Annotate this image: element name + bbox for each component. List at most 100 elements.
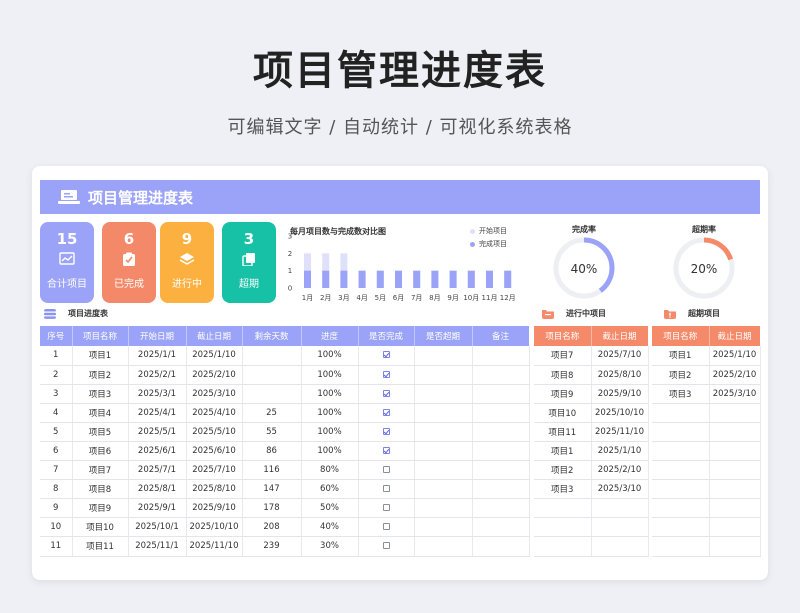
cell-remain: 55 — [242, 422, 302, 442]
table-row: 项目7 2025/7/10 — [534, 346, 649, 366]
cell-overdue — [414, 460, 473, 481]
bar-chart: 3 2 1 0 1月 2月 3月 4月 5月 6月 7月 8月 9月 10月 11月 12月 — [288, 233, 516, 303]
cell-end — [591, 517, 649, 538]
cell-name — [652, 422, 710, 442]
unchecked-checkbox[interactable] — [382, 466, 390, 474]
table-row — [534, 517, 649, 538]
bar-done — [376, 270, 384, 288]
unchecked-checkbox[interactable] — [382, 485, 390, 493]
kpi-label: 合计项目 — [47, 279, 87, 290]
cell-name: 项目5 — [72, 422, 129, 442]
cell-end: 2025/9/10 — [186, 498, 243, 519]
checked-checkbox[interactable] — [382, 447, 390, 455]
folder-icon — [542, 309, 554, 319]
unchecked-checkbox[interactable] — [382, 504, 390, 512]
cell-progress: 80% — [301, 460, 359, 481]
x-tick-label: 8月 — [429, 294, 440, 302]
bar-done — [395, 270, 402, 288]
cell-overdue — [414, 479, 473, 500]
table-row: 8 项目8 2025/8/1 2025/8/10 147 60% — [40, 479, 530, 500]
checked-checkbox[interactable] — [382, 427, 390, 435]
cell-note — [472, 460, 530, 481]
cell-remain — [242, 346, 302, 366]
column-header: 项目名称 — [652, 326, 710, 346]
kpi-value: 6 — [123, 230, 135, 248]
cell-end — [709, 479, 761, 500]
cell-note — [472, 536, 530, 557]
cell-start: 2025/4/1 — [128, 403, 187, 423]
laptop-icon — [58, 190, 80, 204]
overdue-title: 超期项目 — [688, 309, 720, 318]
table-row: 项目2 2025/2/10 — [652, 365, 761, 385]
table-row: 11 项目11 2025/11/1 2025/11/10 239 30% — [40, 536, 530, 557]
cell-name — [652, 536, 710, 557]
cell-overdue — [414, 346, 473, 366]
column-header: 是否超期 — [414, 326, 473, 346]
cell-overdue — [414, 365, 473, 385]
cell-start: 2025/10/1 — [128, 517, 187, 538]
checked-checkbox[interactable] — [382, 408, 390, 416]
cell-name: 项目6 — [72, 441, 129, 462]
progress-table: 序号 项目名称 开始日期 截止日期 剩余天数 进度 是否完成 是否超期 备注 1 项目1 2025/… — [40, 326, 530, 557]
cell-end — [709, 403, 761, 423]
cell-remain: 25 — [242, 403, 302, 423]
cell-name: 项目8 — [534, 365, 592, 385]
cell-end: 2025/2/10 — [186, 365, 243, 385]
cell-name: 项目2 — [534, 460, 592, 481]
cell-end: 2025/8/10 — [591, 365, 649, 385]
checked-checkbox[interactable] — [382, 389, 390, 397]
table-row — [652, 517, 761, 538]
column-header: 截止日期 — [709, 326, 761, 346]
list-icon — [44, 308, 56, 319]
unchecked-checkbox[interactable] — [382, 523, 390, 531]
cell-note — [472, 517, 530, 538]
cell-no: 4 — [40, 403, 73, 423]
cell-remain — [242, 384, 302, 404]
unchecked-checkbox[interactable] — [382, 542, 390, 550]
cell-remain: 239 — [242, 536, 302, 557]
checked-checkbox[interactable] — [382, 351, 390, 359]
page-title: 项目管理进度表 — [253, 48, 547, 94]
table-row: 项目8 2025/8/10 — [534, 365, 649, 385]
cell-progress: 100% — [301, 403, 359, 423]
cell-name — [652, 403, 710, 423]
x-tick-label: 4月 — [356, 294, 367, 302]
table-row — [652, 422, 761, 442]
cell-start: 2025/1/1 — [128, 346, 187, 366]
checked-checkbox[interactable] — [382, 370, 390, 378]
cell-no: 10 — [40, 517, 73, 538]
cell-no: 8 — [40, 479, 73, 500]
table-row: 项目9 2025/9/10 — [534, 384, 649, 404]
cell-done — [358, 346, 415, 366]
progress-table-label: 项目进度表 — [44, 308, 108, 319]
cell-end: 2025/9/10 — [591, 384, 649, 404]
column-header: 剩余天数 — [242, 326, 302, 346]
cell-start: 2025/6/1 — [128, 441, 187, 462]
cell-end: 2025/1/10 — [186, 346, 243, 366]
table-row: 6 项目6 2025/6/1 2025/6/10 86 100% — [40, 441, 530, 462]
cell-name — [652, 441, 710, 462]
cell-done — [358, 460, 415, 481]
cell-name — [652, 460, 710, 481]
y-tick-label: 0 — [288, 285, 292, 293]
cell-end — [591, 536, 649, 557]
bar-done — [486, 270, 493, 288]
y-tick-label: 3 — [288, 233, 292, 241]
cell-progress: 40% — [301, 517, 359, 538]
cell-name — [652, 517, 710, 538]
cell-name: 项目7 — [72, 460, 129, 481]
table-row: 项目3 2025/3/10 — [652, 384, 761, 404]
rate-title: 完成率 — [572, 225, 596, 234]
cell-no: 7 — [40, 460, 73, 481]
cell-name — [652, 498, 710, 519]
cell-done — [358, 365, 415, 385]
cell-end: 2025/3/10 — [709, 384, 761, 404]
sheet-header: 项目管理进度表 — [40, 180, 760, 214]
cell-name: 项目9 — [72, 498, 129, 519]
cell-overdue — [414, 498, 473, 519]
cell-end: 2025/7/10 — [186, 460, 243, 481]
kpi-card-4: 3 超期 — [222, 222, 276, 303]
x-tick-label: 10月 — [463, 294, 479, 302]
sheet-card: 项目管理进度表 15 合计项目 6 已完成 9 进行中 3 超期 每月项目数与完成数对比图 开… — [32, 166, 768, 580]
cell-done — [358, 441, 415, 462]
